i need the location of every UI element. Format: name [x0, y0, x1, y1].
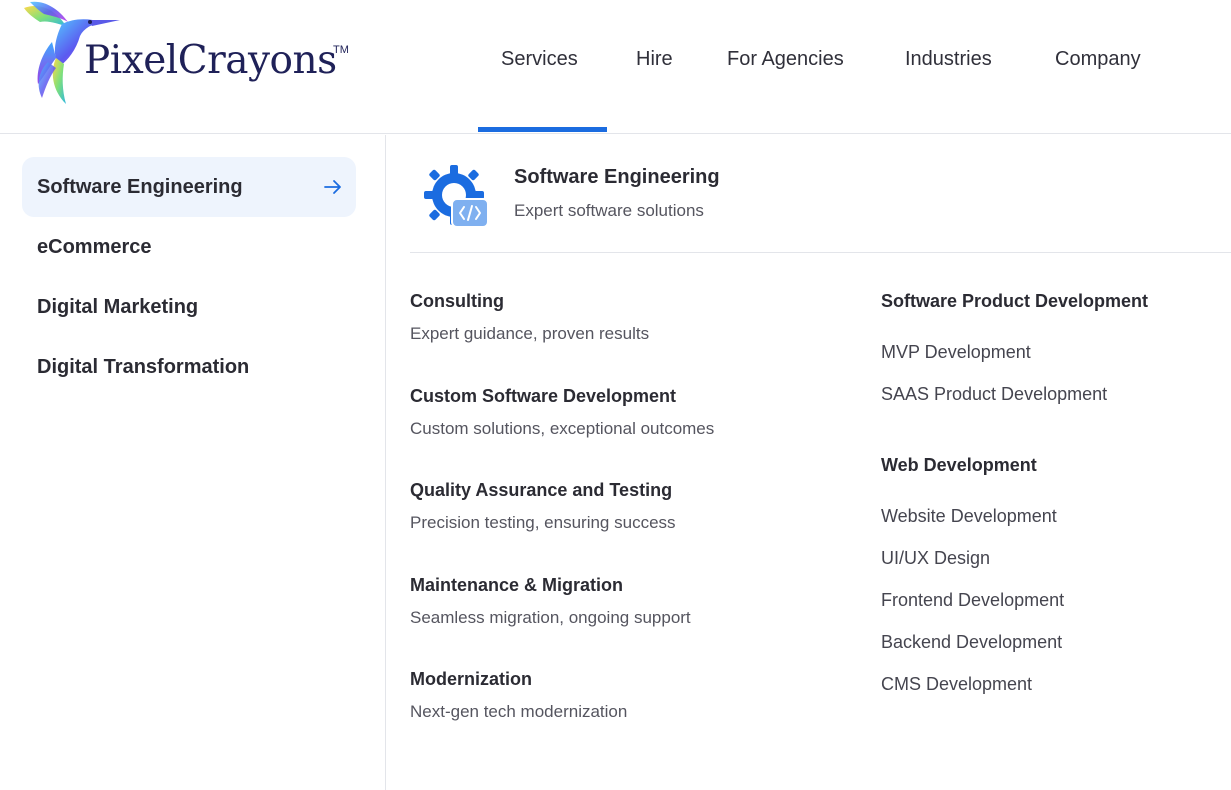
service-title: Consulting	[410, 291, 504, 311]
service-quality-assurance[interactable]: Quality Assurance and Testing Precision …	[410, 480, 850, 550]
nav-for-agencies[interactable]: For Agencies	[727, 48, 844, 71]
category-software-engineering[interactable]: Software Engineering	[22, 157, 356, 217]
link-website-development[interactable]: Website Development	[881, 506, 1057, 527]
category-ecommerce[interactable]: eCommerce	[22, 217, 356, 277]
service-description: Expert guidance, proven results	[410, 324, 650, 343]
category-sidebar: Software Engineering eCommerce Digital M…	[0, 135, 386, 790]
category-label: eCommerce	[37, 236, 152, 258]
service-title: Custom Software Development	[410, 386, 677, 406]
category-digital-marketing[interactable]: Digital Marketing	[22, 277, 356, 337]
link-backend-development[interactable]: Backend Development	[881, 632, 1062, 653]
service-custom-software-development[interactable]: Custom Software Development Custom solut…	[410, 386, 850, 456]
category-label: Digital Marketing	[37, 296, 199, 318]
panel-header: Software Engineering Expert software sol…	[410, 135, 1231, 253]
service-description: Seamless migration, ongoing support	[410, 608, 691, 627]
category-digital-transformation[interactable]: Digital Transformation	[22, 337, 356, 397]
service-modernization[interactable]: Modernization Next-gen tech modernizatio…	[410, 669, 850, 739]
service-title: Quality Assurance and Testing	[410, 480, 673, 500]
link-cms-development[interactable]: CMS Development	[881, 674, 1032, 695]
category-label: Software Engineering	[37, 176, 243, 198]
link-ui-ux-design[interactable]: UI/UX Design	[881, 548, 990, 569]
group-title-software-product-development[interactable]: Software Product Development	[881, 291, 1148, 312]
service-consulting[interactable]: Consulting Expert guidance, proven resul…	[410, 291, 850, 361]
panel-subtitle: Expert software solutions	[514, 201, 704, 220]
nav-active-indicator	[478, 127, 607, 132]
arrow-right-icon	[324, 180, 341, 194]
main-nav: Services Hire For Agencies Industries Co…	[0, 0, 1231, 134]
link-frontend-development[interactable]: Frontend Development	[881, 590, 1064, 611]
service-maintenance-migration[interactable]: Maintenance & Migration Seamless migrati…	[410, 575, 850, 645]
service-description: Custom solutions, exceptional outcomes	[410, 419, 715, 438]
nav-industries[interactable]: Industries	[905, 48, 992, 71]
link-mvp-development[interactable]: MVP Development	[881, 342, 1031, 363]
site-header: PixelCrayons TM Services Hire For Agenci…	[0, 0, 1231, 134]
category-label: Digital Transformation	[37, 356, 250, 378]
gear-code-icon	[424, 165, 489, 228]
nav-services[interactable]: Services	[501, 48, 578, 71]
service-description: Next-gen tech modernization	[410, 702, 628, 721]
nav-company[interactable]: Company	[1055, 48, 1141, 71]
service-description: Precision testing, ensuring success	[410, 513, 676, 532]
group-title-web-development[interactable]: Web Development	[881, 455, 1037, 476]
panel-title: Software Engineering	[514, 166, 720, 188]
link-saas-product-development[interactable]: SAAS Product Development	[881, 384, 1107, 405]
service-title: Maintenance & Migration	[410, 575, 624, 595]
nav-hire[interactable]: Hire	[636, 48, 673, 71]
service-title: Modernization	[410, 669, 532, 689]
